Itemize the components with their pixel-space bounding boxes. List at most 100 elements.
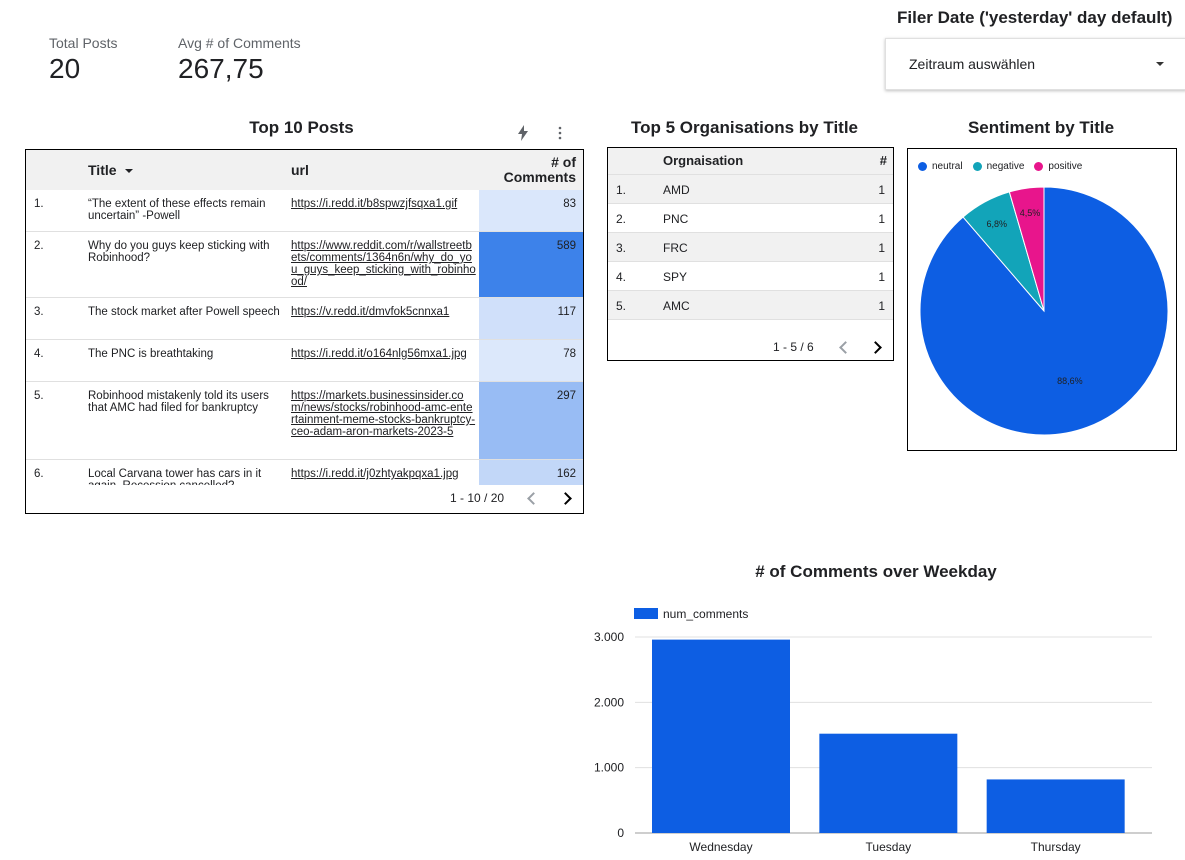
post-title: Why do you guys keep sticking with Robin… [88,240,270,264]
table-row[interactable]: 5. AMC 1 [608,291,893,320]
previous-page-icon[interactable] [527,492,540,505]
table-row[interactable]: 1. “The extent of these effects remain un… [26,190,583,232]
row-index: 2. [616,212,627,226]
row-index: 1. [616,183,627,197]
org-name: FRC [663,241,688,255]
more-vert-icon[interactable] [555,124,565,142]
scorecard-label: Total Posts [49,35,118,51]
filter-title: Filer Date ('yesterday' day default) [897,8,1173,27]
bar-tuesday[interactable] [819,733,958,833]
post-title: Local Carvana tower has cars in it again… [88,468,262,485]
comments-count: 589 [556,240,576,252]
table-row[interactable]: 4. SPY 1 [608,262,893,291]
top-posts-table: Title url # of Comments 1. “The extent of… [25,149,584,514]
scorecard-value: 267,75 [178,53,264,84]
next-page-icon[interactable] [869,341,882,354]
row-index: 4. [34,348,44,360]
bar-thursday[interactable] [986,779,1125,833]
scorecard-value: 20 [49,53,81,84]
post-title: The PNC is breathtaking [88,348,214,360]
comments-count: 117 [557,306,576,318]
caret-down-icon [1156,62,1164,66]
x-tick-label: Tuesday [866,840,912,854]
column-header-org[interactable]: Orgnaisation [663,153,743,168]
org-name: AMC [663,299,690,313]
pie-value-label: 88,6% [1057,376,1083,386]
table-row[interactable]: 3. FRC 1 [608,233,893,262]
comments-heat-cell: 78 [479,340,583,381]
top-orgs-table: Orgnaisation # 1. AMD 1 2. PNC 1 3. FRC 1 4. SPY 1 5… [607,147,894,361]
row-index: 3. [616,241,627,255]
comments-count: 83 [563,198,576,210]
column-header-title[interactable]: Title [88,162,134,178]
top-posts-title: Top 10 Posts [249,118,354,137]
x-tick-label: Wednesday [689,840,752,854]
table-row[interactable]: 2. PNC 1 [608,204,893,233]
pagination-label: 1 - 10 / 20 [450,491,505,505]
table-header: Orgnaisation # [608,148,893,175]
org-count: 1 [878,299,885,313]
row-index: 5. [34,390,44,402]
comments-heat-cell: 297 [479,382,583,459]
next-page-icon[interactable] [559,492,572,505]
y-tick-label: 0 [617,826,624,840]
scorecard-label: Avg # of Comments [178,35,301,51]
post-url-link[interactable]: https://markets.businessinsider.com/news… [291,390,476,438]
row-index: 2. [34,240,44,252]
pagination-label: 1 - 5 / 6 [773,340,814,354]
table-row[interactable]: 2. Why do you guys keep sticking with Rob… [26,232,583,298]
bar-wednesday[interactable] [652,639,790,833]
post-title: Robinhood mistakenly told its users that… [88,390,269,414]
sentiment-chart: neutral negative positive 88,6% 6,8% 4,5% [907,148,1177,451]
org-name: PNC [663,212,689,226]
table-row[interactable]: 4. The PNC is breathtaking https://i.redd.… [26,340,583,382]
y-tick-label: 3.000 [594,630,624,644]
table-row[interactable]: 1. AMD 1 [608,175,893,204]
comments-count: 162 [556,468,576,480]
sort-desc-icon [125,169,134,173]
sentiment-chart-title: Sentiment by Title [967,118,1115,137]
post-url-link[interactable]: https://v.redd.it/dmvfok5cnnxa1 [291,306,476,318]
y-tick-label: 1.000 [594,761,624,775]
table-row[interactable]: 5. Robinhood mistakenly told its users th… [26,382,583,460]
bar-chart-svg: num_comments 0 1.000 2.000 3.000 Wednesday Tue… [594,607,1152,854]
post-url-link[interactable]: https://i.redd.it/b8spwzjfsqxa1.gif [291,198,476,210]
table-row[interactable]: 6. Local Carvana tower has cars in it aga… [26,460,583,485]
comments-heat-cell: 162 [479,460,583,485]
scorecard-total-posts: Total Posts 20 [49,35,117,85]
column-header-url[interactable]: url [291,162,309,178]
org-name: SPY [663,270,688,284]
table-row[interactable]: 3. The stock market after Powell speech ht… [26,298,583,340]
comments-heat-cell: 83 [479,190,583,231]
column-header-count[interactable]: # [880,153,887,168]
legend-label: num_comments [663,607,748,621]
lightning-icon[interactable] [515,124,531,142]
post-url-link[interactable]: https://i.redd.it/o164nlg56mxa1.jpg [291,348,476,360]
pie-chart-svg: 88,6% 6,8% 4,5% [919,186,1169,436]
post-url-link[interactable]: https://i.redd.it/j0zhtyakpqxa1.jpg [291,468,476,480]
date-range-dropdown[interactable]: Zeitraum auswählen [885,38,1185,90]
comments-heat-cell: 117 [479,298,583,339]
table-header: Title url # of Comments [26,150,583,190]
comments-count: 297 [556,390,576,402]
table-body: 1. “The extent of these effects remain un… [26,190,583,485]
org-name: AMD [663,183,690,197]
org-count: 1 [878,270,885,284]
comments-heat-cell: 589 [479,232,583,297]
post-url-link[interactable]: https://www.reddit.com/r/wallstreetbets/… [291,240,476,288]
row-index: 3. [34,306,44,318]
org-count: 1 [878,241,885,255]
row-index: 5. [616,299,627,313]
row-index: 6. [34,468,44,480]
table-body: 1. AMD 1 2. PNC 1 3. FRC 1 4. SPY 1 5. AMC 1 [608,175,893,320]
org-count: 1 [878,212,885,226]
column-header-comments[interactable]: # of Comments [496,155,576,185]
scorecard-avg-comments: Avg # of Comments 267,75 [178,35,301,85]
row-index: 1. [34,198,44,210]
previous-page-icon[interactable] [839,341,852,354]
bar-chart-title: # of Comments over Weekday [755,562,997,581]
x-tick-label: Thursday [1031,840,1081,854]
org-count: 1 [878,183,885,197]
post-title: The stock market after Powell speech [88,306,280,318]
pie-value-label: 4,5% [1020,208,1041,218]
